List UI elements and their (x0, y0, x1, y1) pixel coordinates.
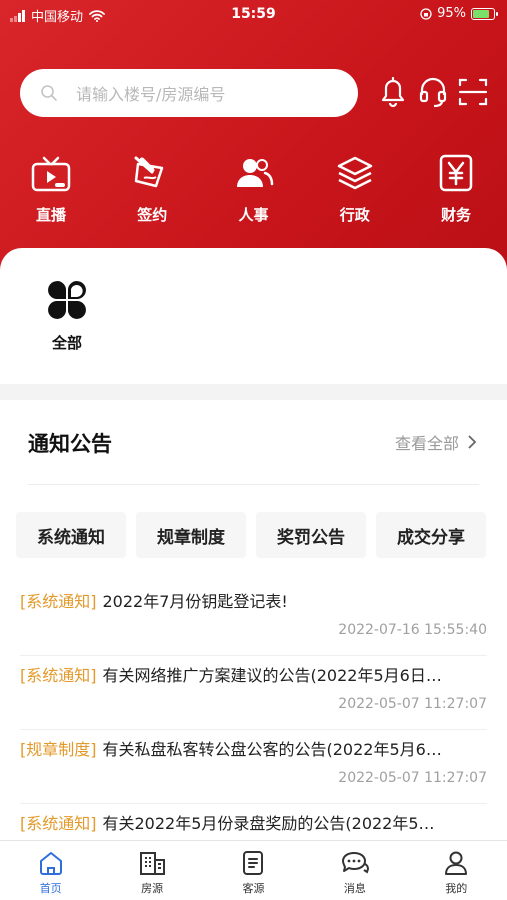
tab-label: 首页 (39, 882, 62, 895)
all-apps-button[interactable]: 全部 (44, 280, 90, 353)
home-icon (38, 848, 64, 878)
search-placeholder: 请输入楼号/房源编号 (76, 85, 226, 104)
list-item[interactable]: [规章制度] 有关私盘私客转公盘公客的公告(2022年5月6… 2022-05-0… (20, 730, 487, 804)
tab-label: 消息 (343, 882, 366, 895)
bottom-tab-bar: 首页 房源 客源 消息 我的 (0, 840, 507, 900)
notice-date: 2022-07-16 15:55:40 (338, 622, 487, 638)
battery-icon (471, 7, 498, 20)
notice-title-text: 有关2022年5月份录盘奖励的公告(2022年5… (102, 814, 435, 833)
notice-tag: [系统通知] (20, 592, 97, 611)
notice-tabs: 系统通知 规章制度 奖罚公告 成交分享 (16, 512, 486, 558)
document-icon (241, 848, 265, 878)
building-icon (138, 848, 166, 878)
category-row: 直播 签约 人事 行政 财务 (20, 152, 487, 225)
notice-tag: [系统通知] (20, 814, 97, 833)
category-label: 签约 (137, 206, 168, 224)
tab-system-notice[interactable]: 系统通知 (16, 512, 126, 558)
view-all-label: 查看全部 (394, 434, 459, 453)
notice-tag: [规章制度] (20, 740, 97, 759)
notice-title-text: 有关私盘私客转公盘公客的公告(2022年5月6… (102, 740, 442, 759)
grid-icon (47, 280, 87, 324)
list-item[interactable]: [系统通知] 2022年7月份钥匙登记表! 2022-07-16 15:55:40 (20, 582, 487, 656)
user-icon (443, 848, 469, 878)
tab-regulations[interactable]: 规章制度 (136, 512, 246, 558)
apps-card: 全部 (0, 248, 507, 384)
scan-icon[interactable] (456, 72, 490, 112)
category-label: 直播 (35, 206, 66, 224)
bell-icon[interactable] (376, 72, 410, 112)
notice-date: 2022-05-07 11:27:07 (338, 770, 487, 786)
all-apps-label: 全部 (51, 334, 82, 352)
view-all-link[interactable]: 查看全部 (395, 430, 477, 454)
chat-icon (340, 848, 370, 878)
category-label: 人事 (238, 206, 269, 224)
notice-list: [系统通知] 2022年7月份钥匙登记表! 2022-07-16 15:55:40… (20, 582, 487, 878)
category-personnel[interactable]: 人事 (223, 152, 285, 225)
tab-listings[interactable]: 房源 (117, 841, 187, 900)
header-banner: 中国移动 15:59 95% 请输入楼号/房源编号 直播 签约 人事 行政 财务 (0, 0, 507, 290)
search-input[interactable]: 请输入楼号/房源编号 (20, 69, 358, 117)
notice-title-text: 2022年7月份钥匙登记表! (102, 592, 288, 611)
rotation-lock-icon (420, 7, 432, 20)
notice-title: 通知公告 (28, 432, 112, 456)
notice-title-text: 有关网络推广方案建议的公告(2022年5月6日… (102, 666, 442, 685)
layers-icon (335, 152, 375, 194)
category-sign[interactable]: 签约 (121, 152, 183, 225)
category-label: 财务 (440, 206, 471, 224)
tab-deals[interactable]: 成交分享 (376, 512, 486, 558)
category-live[interactable]: 直播 (20, 152, 82, 225)
yen-icon (436, 152, 476, 194)
tab-profile[interactable]: 我的 (421, 841, 491, 900)
notice-date: 2022-05-07 11:27:07 (338, 696, 487, 712)
people-icon (234, 152, 274, 194)
tab-clients[interactable]: 客源 (218, 841, 288, 900)
category-finance[interactable]: 财务 (425, 152, 487, 225)
divider (28, 484, 479, 485)
list-item[interactable]: [系统通知] 有关网络推广方案建议的公告(2022年5月6日… 2022-05-0… (20, 656, 487, 730)
tab-label: 我的 (445, 882, 468, 895)
tab-rewards[interactable]: 奖罚公告 (256, 512, 366, 558)
tab-messages[interactable]: 消息 (320, 841, 390, 900)
status-bar: 中国移动 15:59 95% (0, 0, 507, 28)
tab-label: 客源 (242, 882, 265, 895)
sign-icon (132, 152, 172, 194)
category-admin[interactable]: 行政 (324, 152, 386, 225)
notice-tag: [系统通知] (20, 666, 97, 685)
search-icon (41, 85, 57, 101)
tab-label: 房源 (141, 882, 164, 895)
chevron-right-icon (468, 435, 477, 449)
tab-home[interactable]: 首页 (16, 841, 86, 900)
headset-icon[interactable] (416, 72, 450, 112)
battery-percent: 95% (437, 6, 466, 21)
tv-icon (31, 152, 71, 194)
notice-section: 通知公告 查看全部 系统通知 规章制度 奖罚公告 成交分享 [系统通知] 2022… (0, 400, 507, 878)
category-label: 行政 (339, 206, 370, 224)
